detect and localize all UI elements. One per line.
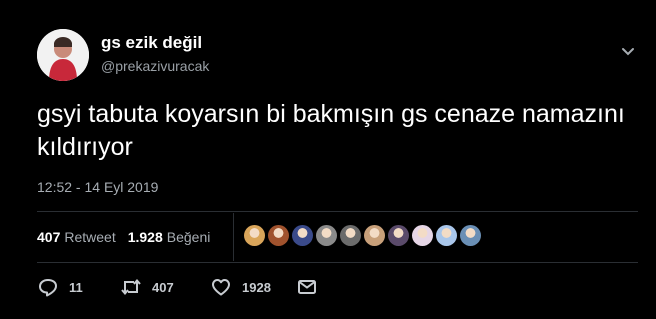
user-handle[interactable]: @prekazivuracak bbox=[101, 58, 209, 74]
tweet-timestamp[interactable]: 12:52 - 14 Eyl 2019 bbox=[37, 179, 158, 195]
avatar[interactable] bbox=[37, 29, 89, 81]
liker-avatar[interactable] bbox=[364, 225, 385, 246]
stats-separator bbox=[233, 213, 234, 261]
liker-avatar[interactable] bbox=[460, 225, 481, 246]
retweet-label[interactable]: Retweet bbox=[64, 229, 115, 245]
tweet-card: gs ezik değil @prekazivuracak gsyi tabut… bbox=[0, 0, 656, 319]
liker-avatar[interactable] bbox=[244, 225, 265, 246]
liker-avatar[interactable] bbox=[268, 225, 289, 246]
display-name[interactable]: gs ezik değil bbox=[101, 33, 202, 53]
liker-avatar[interactable] bbox=[436, 225, 457, 246]
liker-avatars bbox=[244, 225, 484, 246]
tweet-text: gsyi tabuta koyarsın bi bakmışın gs cena… bbox=[37, 100, 625, 161]
retweet-action-count: 407 bbox=[152, 279, 174, 295]
retweet-icon bbox=[121, 278, 141, 296]
liker-avatar[interactable] bbox=[388, 225, 409, 246]
envelope-icon bbox=[298, 280, 316, 294]
like-label[interactable]: Beğeni bbox=[167, 229, 211, 245]
divider bbox=[37, 211, 638, 212]
liker-avatar[interactable] bbox=[292, 225, 313, 246]
chevron-down-icon[interactable] bbox=[620, 46, 636, 58]
direct-message-button[interactable] bbox=[296, 276, 318, 298]
retweet-count[interactable]: 407 bbox=[37, 229, 60, 245]
like-action-count: 1928 bbox=[242, 279, 271, 295]
reply-count: 11 bbox=[69, 279, 83, 295]
liker-avatar[interactable] bbox=[316, 225, 337, 246]
liker-avatar[interactable] bbox=[412, 225, 433, 246]
action-bar: 11 407 1928 bbox=[37, 276, 637, 300]
reply-button[interactable]: 11 bbox=[37, 276, 83, 298]
divider bbox=[37, 262, 638, 263]
like-count[interactable]: 1.928 bbox=[128, 229, 163, 245]
reply-icon bbox=[39, 279, 57, 297]
like-button[interactable]: 1928 bbox=[210, 276, 271, 298]
liker-avatar[interactable] bbox=[340, 225, 361, 246]
retweet-button[interactable]: 407 bbox=[120, 276, 174, 298]
heart-icon bbox=[212, 279, 230, 296]
engagement-stats: 407 Retweet 1.928 Beğeni bbox=[37, 229, 210, 245]
